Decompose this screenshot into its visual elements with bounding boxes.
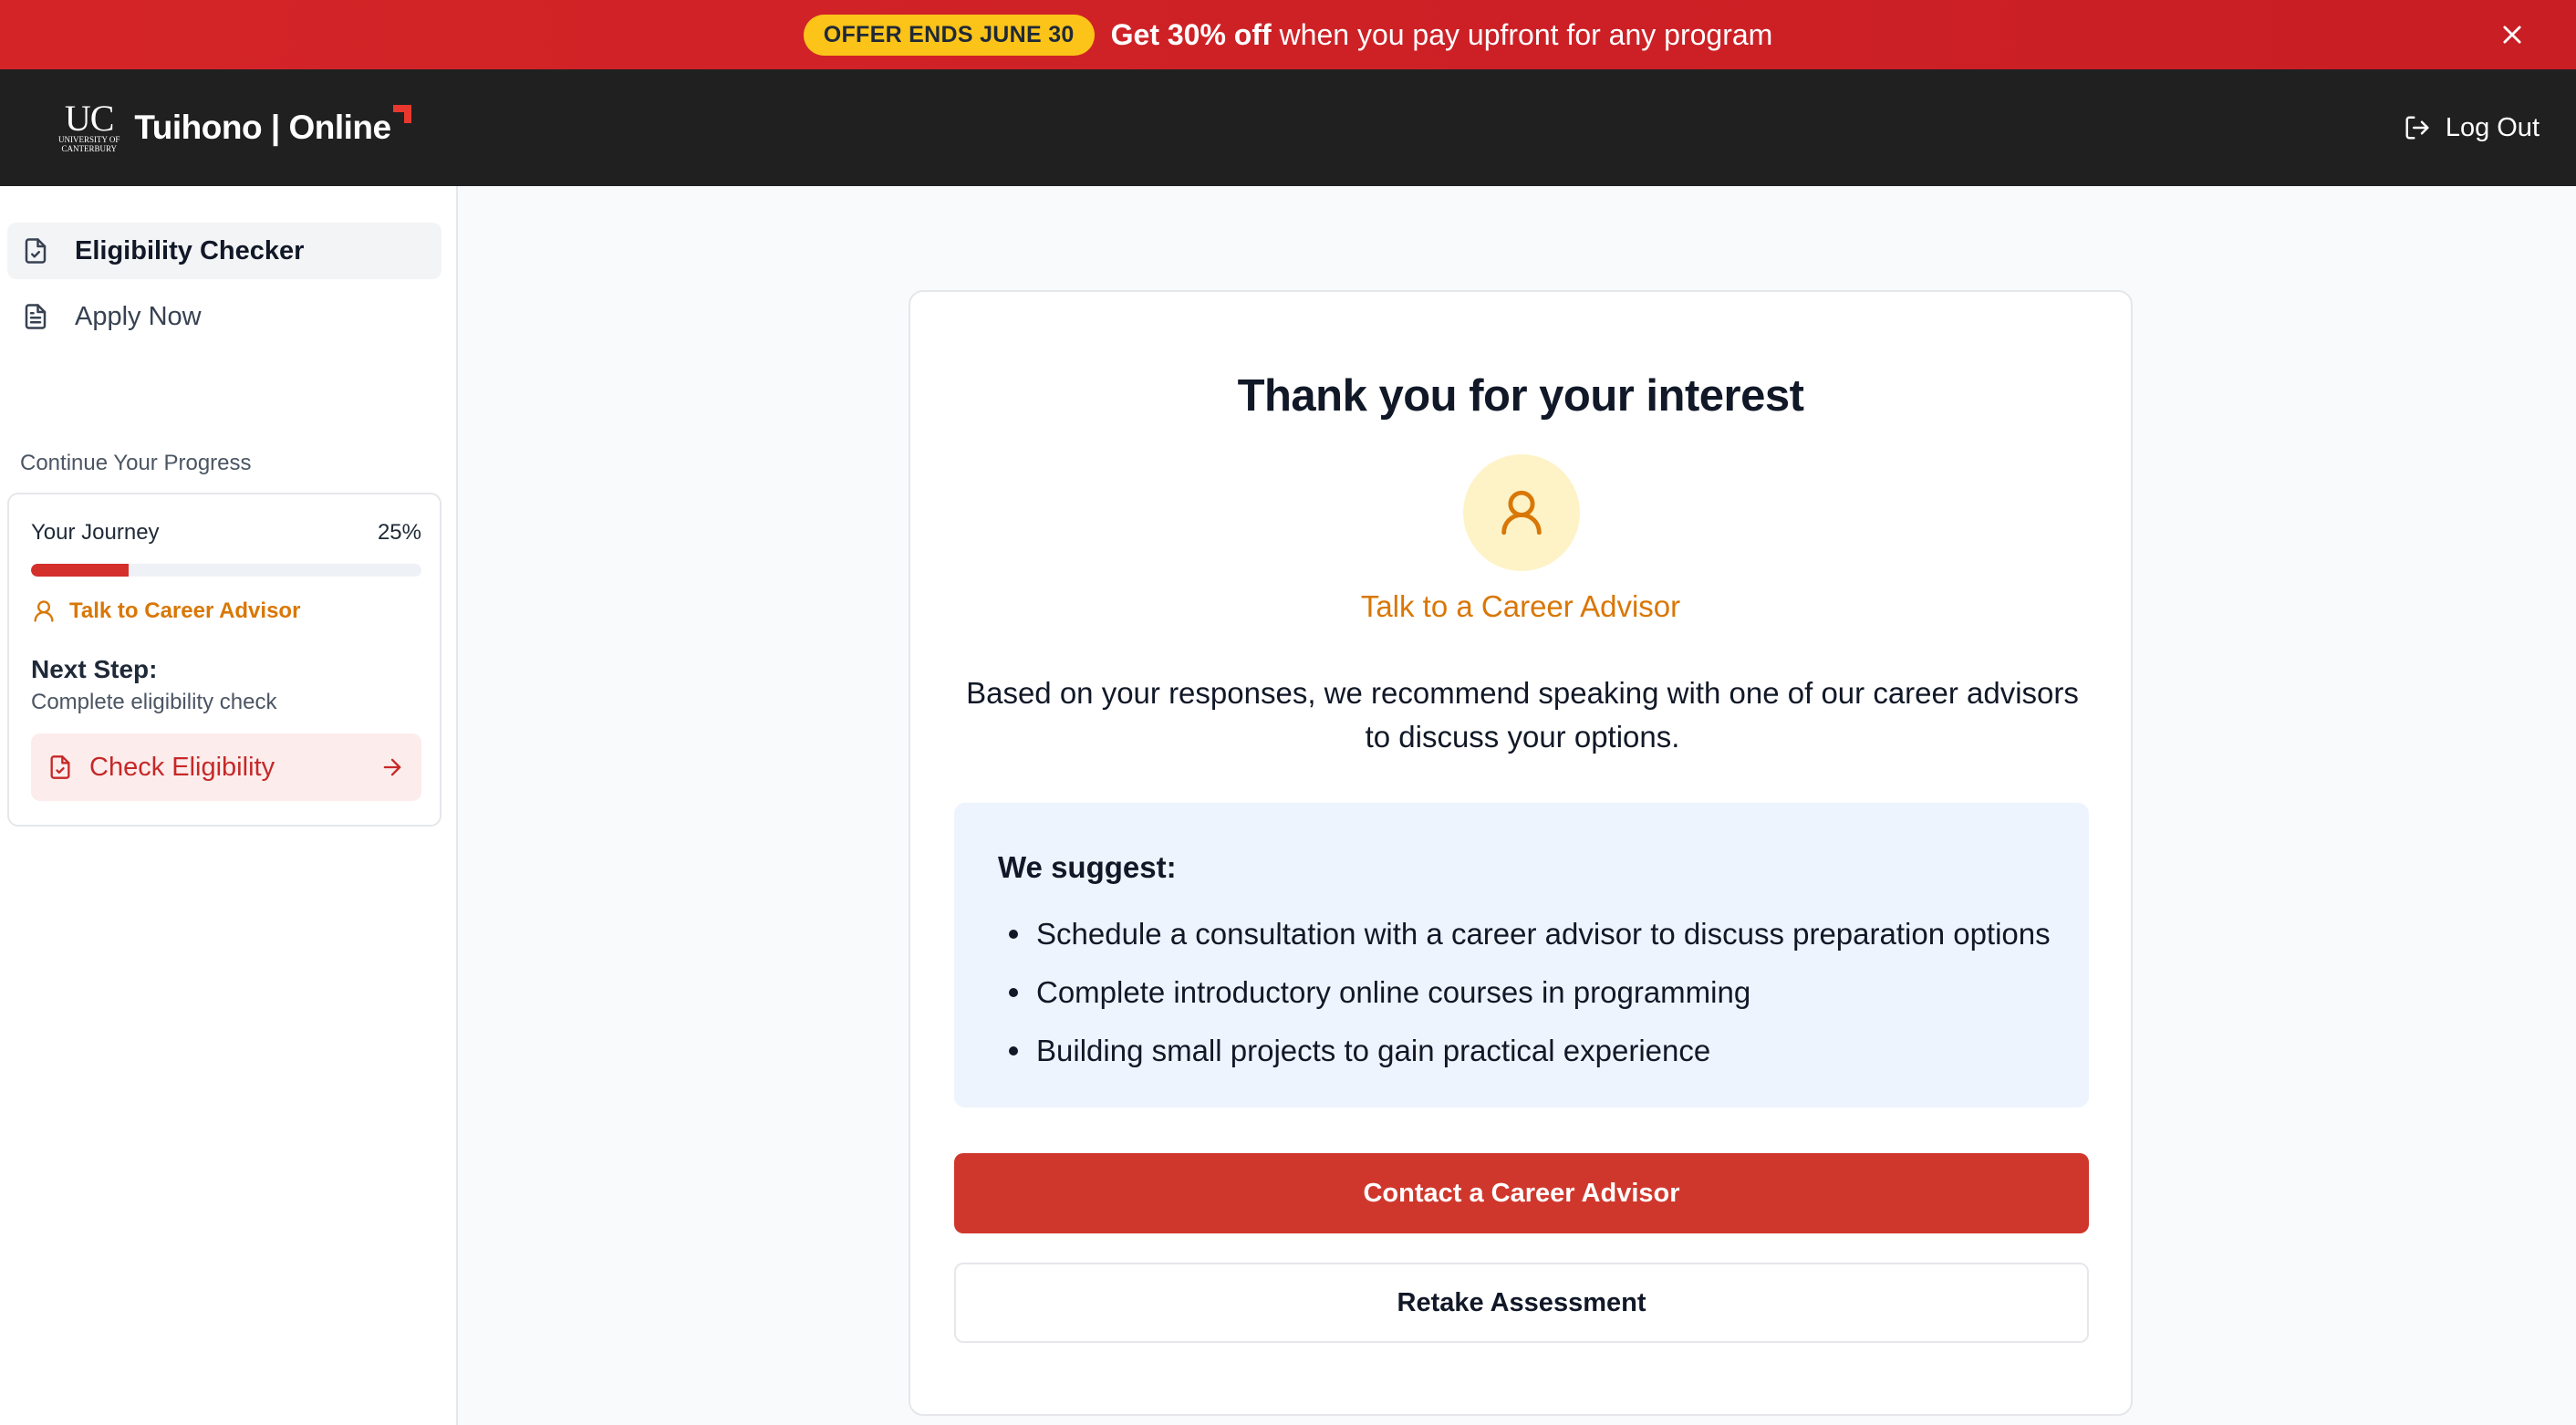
bullet-icon	[1009, 1046, 1018, 1056]
promo-highlight: Get 30% off	[1110, 17, 1272, 51]
promo-content: OFFER ENDS JUNE 30 Get 30% off when you …	[803, 14, 1773, 56]
check-eligibility-label: Check Eligibility	[89, 752, 275, 782]
bullet-icon	[1009, 988, 1018, 997]
offer-badge: OFFER ENDS JUNE 30	[803, 14, 1095, 56]
uc-logo-letters: UC	[64, 98, 115, 139]
close-icon[interactable]	[2494, 16, 2530, 53]
suggestion-text: Schedule a consultation with a career ad…	[1036, 917, 2051, 951]
sidebar-item-label: Eligibility Checker	[75, 235, 305, 265]
uc-logo-mark: UC UNIVERSITY OF CANTERBURY	[58, 98, 120, 154]
promo-text: when you pay upfront for any program	[1271, 17, 1773, 51]
user-icon	[1501, 490, 1542, 536]
recommendation-text: Based on your responses, we recommend sp…	[966, 676, 2079, 754]
logout-button[interactable]: Log Out	[2404, 113, 2540, 143]
check-eligibility-button[interactable]: Check Eligibility	[31, 733, 421, 801]
uc-logo-sub1: UNIVERSITY OF	[58, 135, 120, 144]
file-check-icon	[50, 755, 70, 779]
file-check-icon	[25, 238, 47, 264]
list-item: Building small projects to gain practica…	[998, 1022, 2051, 1080]
progress-card: Your Journey 25% Talk to Career Advisor …	[7, 493, 441, 827]
logo-corner-icon	[392, 105, 411, 123]
suggestion-text: Complete introductory online courses in …	[1036, 975, 1751, 1009]
promo-message: Get 30% off when you pay upfront for any…	[1111, 18, 1773, 52]
journey-label: Your Journey	[31, 520, 160, 545]
suggestion-text: Building small projects to gain practica…	[1036, 1034, 1711, 1067]
logo[interactable]: UC UNIVERSITY OF CANTERBURY Tuihono | On…	[58, 98, 411, 154]
logo-text: Tuihono | Online	[134, 105, 411, 147]
sidebar-item-apply-now[interactable]: Apply Now	[7, 288, 441, 345]
advisor-label: Talk to a Career Advisor	[1360, 589, 1681, 623]
uc-logo-sub2: CANTERBURY	[61, 144, 117, 153]
sidebar-item-label: Apply Now	[75, 301, 202, 331]
arrow-right-icon	[383, 758, 401, 776]
sidebar: Eligibility Checker Apply Now Continue Y…	[0, 186, 458, 1425]
progress-bar	[31, 564, 421, 577]
suggestions-title: We suggest:	[998, 850, 1177, 884]
bullet-icon	[1009, 930, 1018, 939]
next-step-description: Complete eligibility check	[31, 690, 277, 714]
list-item: Schedule a consultation with a career ad…	[998, 905, 2051, 963]
promo-banner: OFFER ENDS JUNE 30 Get 30% off when you …	[0, 0, 2576, 69]
suggestions-list: Schedule a consultation with a career ad…	[998, 905, 2051, 1080]
journey-percent: 25%	[377, 520, 421, 545]
logout-icon	[2405, 116, 2429, 140]
advisor-avatar	[1463, 454, 1580, 571]
user-icon	[34, 600, 54, 622]
progress-heading: Continue Your Progress	[20, 451, 252, 475]
logo-wordmark: Tuihono | Online	[134, 109, 391, 146]
journey-row: Your Journey 25%	[31, 520, 421, 546]
current-stage-label: Talk to Career Advisor	[69, 598, 301, 623]
next-step-title: Next Step:	[31, 655, 158, 683]
logout-label: Log Out	[2445, 112, 2540, 142]
retake-assessment-button[interactable]: Retake Assessment	[954, 1263, 2089, 1343]
current-stage: Talk to Career Advisor	[31, 598, 300, 624]
suggestions-box: We suggest: Schedule a consultation with…	[954, 803, 2089, 1108]
file-text-icon	[25, 304, 47, 329]
result-card: Thank you for your interest Talk to a Ca…	[909, 290, 2133, 1416]
sidebar-item-eligibility-checker[interactable]: Eligibility Checker	[7, 223, 441, 279]
top-header: UC UNIVERSITY OF CANTERBURY Tuihono | On…	[0, 69, 2576, 186]
page-title: Thank you for your interest	[1237, 371, 1804, 421]
progress-bar-fill	[31, 564, 129, 577]
contact-advisor-button[interactable]: Contact a Career Advisor	[954, 1153, 2089, 1233]
list-item: Complete introductory online courses in …	[998, 963, 2051, 1022]
